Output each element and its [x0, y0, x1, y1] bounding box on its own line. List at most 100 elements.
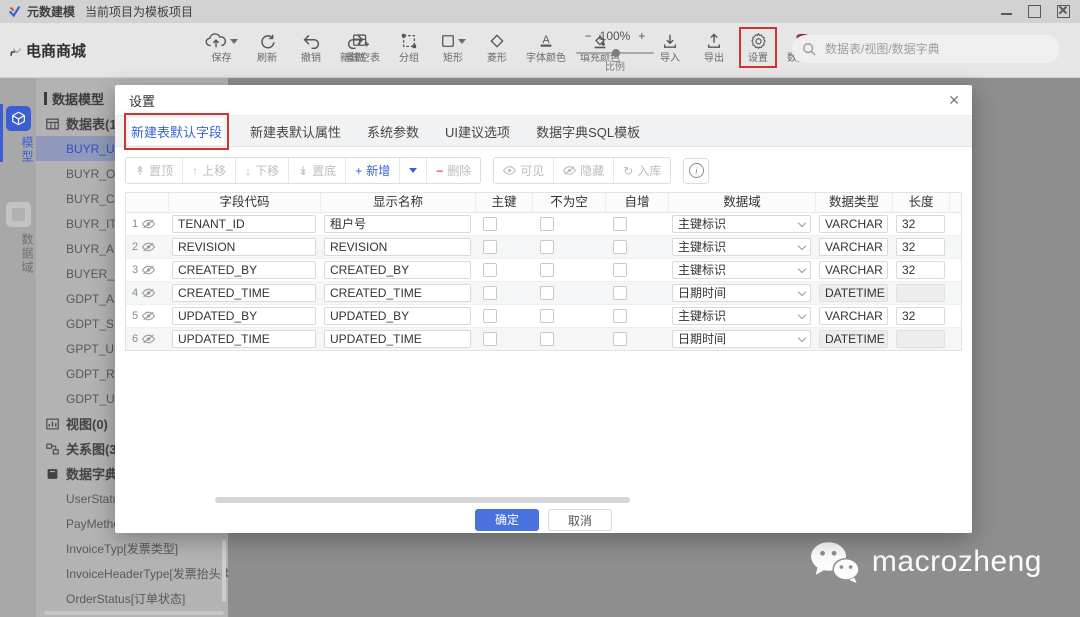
tab-new-table-default-fields[interactable]: 新建表默认字段	[123, 112, 230, 150]
data-type-input[interactable]: VARCHAR	[819, 261, 888, 279]
sidebar-item-dict[interactable]: OrderStatus[订单状态]	[36, 586, 228, 611]
notnull-checkbox[interactable]	[540, 332, 554, 346]
back-chevron-icon[interactable]: ‹	[5, 44, 22, 60]
close-window-icon[interactable]	[1057, 5, 1070, 18]
pk-checkbox[interactable]	[483, 263, 497, 277]
autoincr-checkbox[interactable]	[613, 332, 627, 346]
autoincr-checkbox[interactable]	[613, 309, 627, 323]
sidebar-horizontal-scrollbar[interactable]	[44, 611, 224, 615]
delete-row-button[interactable]: − 删除	[426, 158, 480, 183]
display-name-input[interactable]: CREATED_TIME	[324, 284, 471, 302]
data-domain-select[interactable]: 主键标识	[672, 238, 811, 256]
group-button[interactable]: 分组	[394, 31, 424, 64]
settings-button[interactable]: 设置	[739, 27, 777, 68]
visible-button[interactable]: 可见	[494, 158, 553, 183]
search-input[interactable]	[823, 41, 1037, 57]
length-input[interactable]: 32	[896, 307, 945, 325]
pk-checkbox[interactable]	[483, 217, 497, 231]
add-row-dropdown[interactable]	[399, 158, 426, 183]
data-domain-select[interactable]: 日期时间	[672, 330, 811, 348]
new-empty-table-button[interactable]: 新建空表	[340, 31, 380, 64]
notnull-checkbox[interactable]	[540, 263, 554, 277]
rail-label-data-domain[interactable]: 数据域	[0, 233, 36, 275]
length-input[interactable]: 32	[896, 261, 945, 279]
sidebar-item-dict[interactable]: InvoiceTyp[发票类型]	[36, 536, 228, 561]
dialog-close-icon[interactable]: ✕	[948, 92, 960, 109]
autoincr-checkbox[interactable]	[613, 240, 627, 254]
font-color-button[interactable]: A 字体颜色	[526, 31, 566, 64]
minimize-icon[interactable]	[1001, 6, 1012, 17]
zoom-slider-handle[interactable]	[611, 49, 620, 57]
store-to-db-button[interactable]: ↻ 入库	[613, 158, 670, 183]
data-type-input[interactable]: VARCHAR	[819, 307, 888, 325]
field-code-input[interactable]: TENANT_ID	[172, 215, 316, 233]
hidden-button[interactable]: 隐藏	[553, 158, 613, 183]
tab-system-params[interactable]: 系统参数	[367, 122, 419, 141]
length-input[interactable]: 32	[896, 215, 945, 233]
rail-item-data-domain[interactable]	[6, 202, 31, 227]
data-domain-select[interactable]: 主键标识	[672, 261, 811, 279]
field-code-input[interactable]: CREATED_TIME	[172, 284, 316, 302]
field-code-input[interactable]: UPDATED_BY	[172, 307, 316, 325]
data-domain-select[interactable]: 日期时间	[672, 284, 811, 302]
field-code-input[interactable]: REVISION	[172, 238, 316, 256]
tab-dict-sql-template[interactable]: 数据字典SQL模板	[536, 122, 640, 141]
display-name-input[interactable]: REVISION	[324, 238, 471, 256]
data-type-input[interactable]: DATETIME	[819, 284, 888, 302]
ok-button[interactable]: 确定	[475, 509, 539, 531]
zoom-slider[interactable]	[576, 49, 654, 57]
info-button[interactable]: i	[683, 157, 710, 184]
notnull-checkbox[interactable]	[540, 286, 554, 300]
display-name-input[interactable]: CREATED_BY	[324, 261, 471, 279]
back-breadcrumb[interactable]: ‹ 电商商城	[5, 40, 86, 61]
pk-checkbox[interactable]	[483, 286, 497, 300]
length-input[interactable]	[896, 284, 945, 302]
export-button[interactable]: 导出	[699, 31, 729, 64]
display-name-input[interactable]: 租户号	[324, 215, 471, 233]
rectangle-button[interactable]: 矩形	[438, 31, 468, 64]
save-button[interactable]: 保存	[205, 31, 238, 64]
display-name-input[interactable]: UPDATED_BY	[324, 307, 471, 325]
eye-off-icon[interactable]	[142, 334, 156, 344]
zoom-out-button[interactable]: −	[585, 29, 592, 43]
import-button[interactable]: 导入	[655, 31, 685, 64]
sidebar-item-dict[interactable]: InvoiceHeaderType[发票抬头类型]	[36, 561, 228, 586]
cancel-button[interactable]: 取消	[548, 509, 612, 531]
field-code-input[interactable]: CREATED_BY	[172, 261, 316, 279]
search-box[interactable]	[792, 35, 1060, 63]
field-code-input[interactable]: UPDATED_TIME	[172, 330, 316, 348]
diamond-button[interactable]: 菱形	[482, 31, 512, 64]
autoincr-checkbox[interactable]	[613, 263, 627, 277]
pk-checkbox[interactable]	[483, 332, 497, 346]
add-row-button[interactable]: + 新增	[345, 158, 399, 183]
dialog-horizontal-scrollbar[interactable]	[215, 497, 630, 503]
pk-checkbox[interactable]	[483, 240, 497, 254]
autoincr-checkbox[interactable]	[613, 286, 627, 300]
notnull-checkbox[interactable]	[540, 240, 554, 254]
data-type-input[interactable]: DATETIME	[819, 330, 888, 348]
autoincr-checkbox[interactable]	[613, 217, 627, 231]
eye-off-icon[interactable]	[142, 242, 156, 252]
undo-button[interactable]: 撤销	[296, 31, 326, 64]
data-domain-select[interactable]: 主键标识	[672, 215, 811, 233]
data-type-input[interactable]: VARCHAR	[819, 215, 888, 233]
move-bottom-button[interactable]: ↡ 置底	[288, 158, 345, 183]
pk-checkbox[interactable]	[483, 309, 497, 323]
length-input[interactable]: 32	[896, 238, 945, 256]
move-down-button[interactable]: ↓ 下移	[235, 158, 288, 183]
eye-off-icon[interactable]	[142, 265, 156, 275]
length-input[interactable]	[896, 330, 945, 348]
refresh-button[interactable]: 刷新	[252, 31, 282, 64]
sidebar-vertical-scrollbar[interactable]	[222, 540, 226, 602]
eye-off-icon[interactable]	[142, 219, 156, 229]
data-domain-select[interactable]: 主键标识	[672, 307, 811, 325]
rail-item-model[interactable]	[6, 106, 31, 131]
rail-label-model[interactable]: 模型	[0, 136, 36, 164]
data-type-input[interactable]: VARCHAR	[819, 238, 888, 256]
maximize-icon[interactable]	[1028, 5, 1041, 18]
move-top-button[interactable]: ↟ 置顶	[126, 158, 182, 183]
move-up-button[interactable]: ↑ 上移	[182, 158, 235, 183]
zoom-in-button[interactable]: +	[638, 29, 645, 43]
tab-new-table-default-props[interactable]: 新建表默认属性	[250, 122, 341, 141]
eye-off-icon[interactable]	[142, 311, 156, 321]
